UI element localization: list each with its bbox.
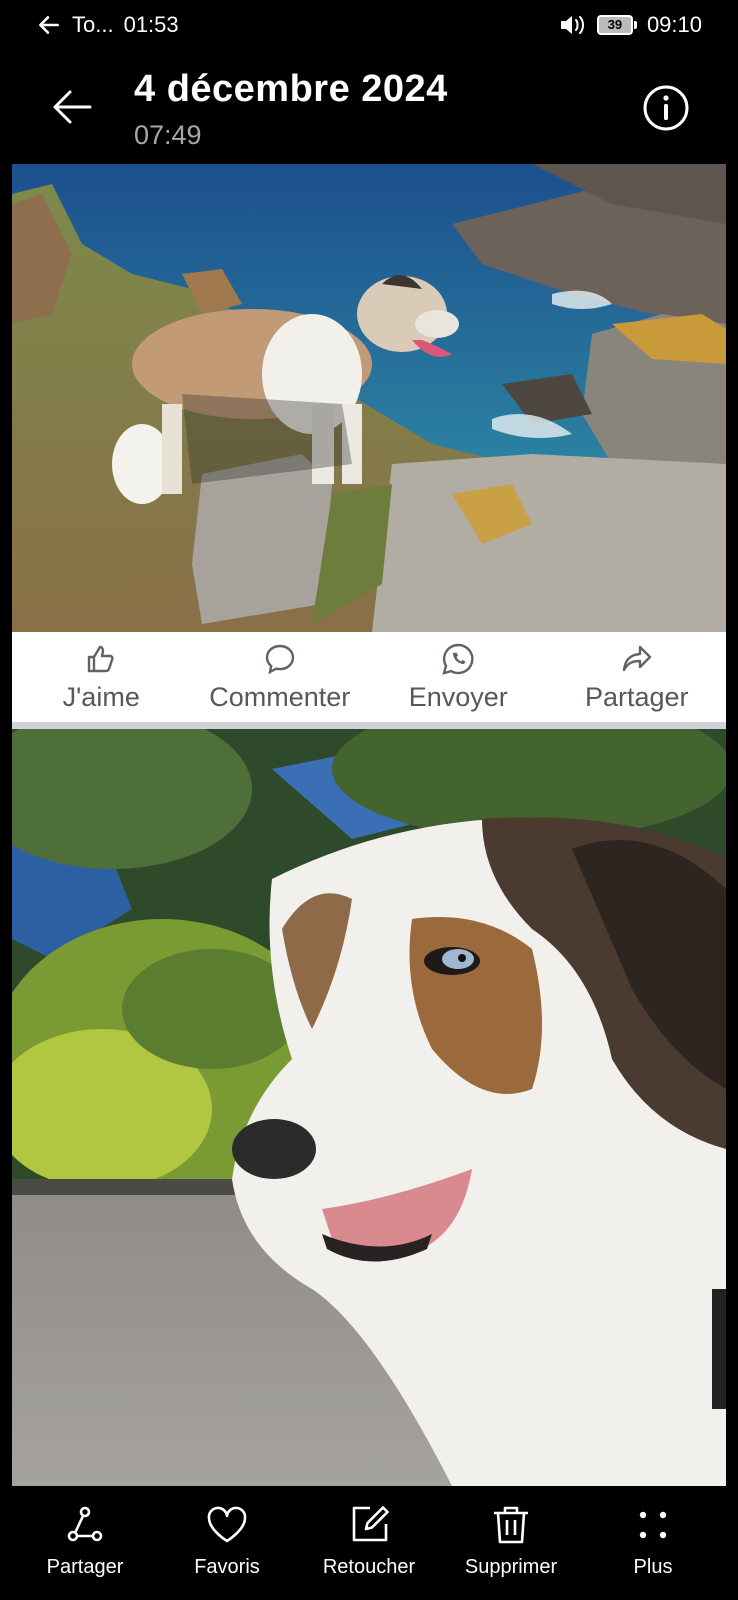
whatsapp-icon bbox=[442, 643, 474, 675]
like-label: J'aime bbox=[62, 682, 140, 712]
toolbar-share-label: Partager bbox=[46, 1556, 124, 1578]
info-icon[interactable] bbox=[642, 84, 690, 132]
toolbar-delete-button[interactable]: Supprimer bbox=[440, 1502, 582, 1600]
photo-header: 4 décembre 2024 07:49 bbox=[0, 54, 738, 164]
status-call-time: 01:53 bbox=[123, 12, 179, 37]
back-arrow-icon[interactable] bbox=[50, 84, 96, 130]
share-arrow-icon bbox=[622, 645, 651, 672]
share-post-button[interactable]: Partager bbox=[548, 632, 727, 722]
edit-icon bbox=[352, 1506, 389, 1542]
comment-button[interactable]: Commenter bbox=[191, 632, 370, 722]
battery-level: 39 bbox=[596, 15, 633, 35]
toolbar-more-button[interactable]: Plus bbox=[582, 1502, 724, 1600]
volume-icon bbox=[560, 16, 584, 34]
photo-content[interactable]: J'aime Commenter Envoyer Partager bbox=[12, 164, 726, 1486]
post-actions-bar: J'aime Commenter Envoyer Partager bbox=[12, 632, 726, 722]
photo-date: 4 décembre 2024 bbox=[134, 68, 448, 110]
dog-closeup-photo bbox=[12, 729, 726, 1486]
post-divider bbox=[12, 722, 726, 729]
status-clock: 09:10 bbox=[646, 12, 702, 37]
send-button[interactable]: Envoyer bbox=[369, 632, 548, 722]
trash-icon bbox=[494, 1506, 528, 1544]
more-dots-icon bbox=[639, 1511, 667, 1539]
gallery-toolbar: Partager Favoris Retoucher Supprimer Plu… bbox=[0, 1486, 738, 1600]
status-right: 39 09:10 bbox=[559, 12, 702, 38]
call-indicator[interactable]: To... 01:53 bbox=[36, 12, 179, 38]
share-icon bbox=[67, 1506, 103, 1542]
toolbar-edit-label: Retoucher bbox=[322, 1556, 416, 1578]
status-bar: To... 01:53 39 09:10 bbox=[0, 0, 738, 54]
comment-label: Commenter bbox=[209, 682, 351, 712]
toolbar-favorites-button[interactable]: Favoris bbox=[156, 1502, 298, 1600]
status-app-name: To... bbox=[72, 12, 114, 37]
back-arrow-small-icon bbox=[39, 16, 59, 34]
battery-icon: 39 bbox=[596, 15, 637, 35]
dog-cliff-photo bbox=[12, 164, 726, 632]
send-label: Envoyer bbox=[408, 682, 508, 712]
share-post-label: Partager bbox=[584, 682, 689, 712]
comment-icon bbox=[265, 644, 294, 675]
toolbar-delete-label: Supprimer bbox=[464, 1556, 558, 1578]
like-button[interactable]: J'aime bbox=[12, 632, 191, 722]
toolbar-more-label: Plus bbox=[633, 1556, 673, 1578]
toolbar-share-button[interactable]: Partager bbox=[14, 1502, 156, 1600]
photo-time: 07:49 bbox=[134, 120, 202, 150]
heart-icon bbox=[207, 1506, 247, 1543]
toolbar-edit-button[interactable]: Retoucher bbox=[298, 1502, 440, 1600]
thumbs-up-icon bbox=[88, 645, 114, 673]
toolbar-favorites-label: Favoris bbox=[194, 1556, 260, 1578]
